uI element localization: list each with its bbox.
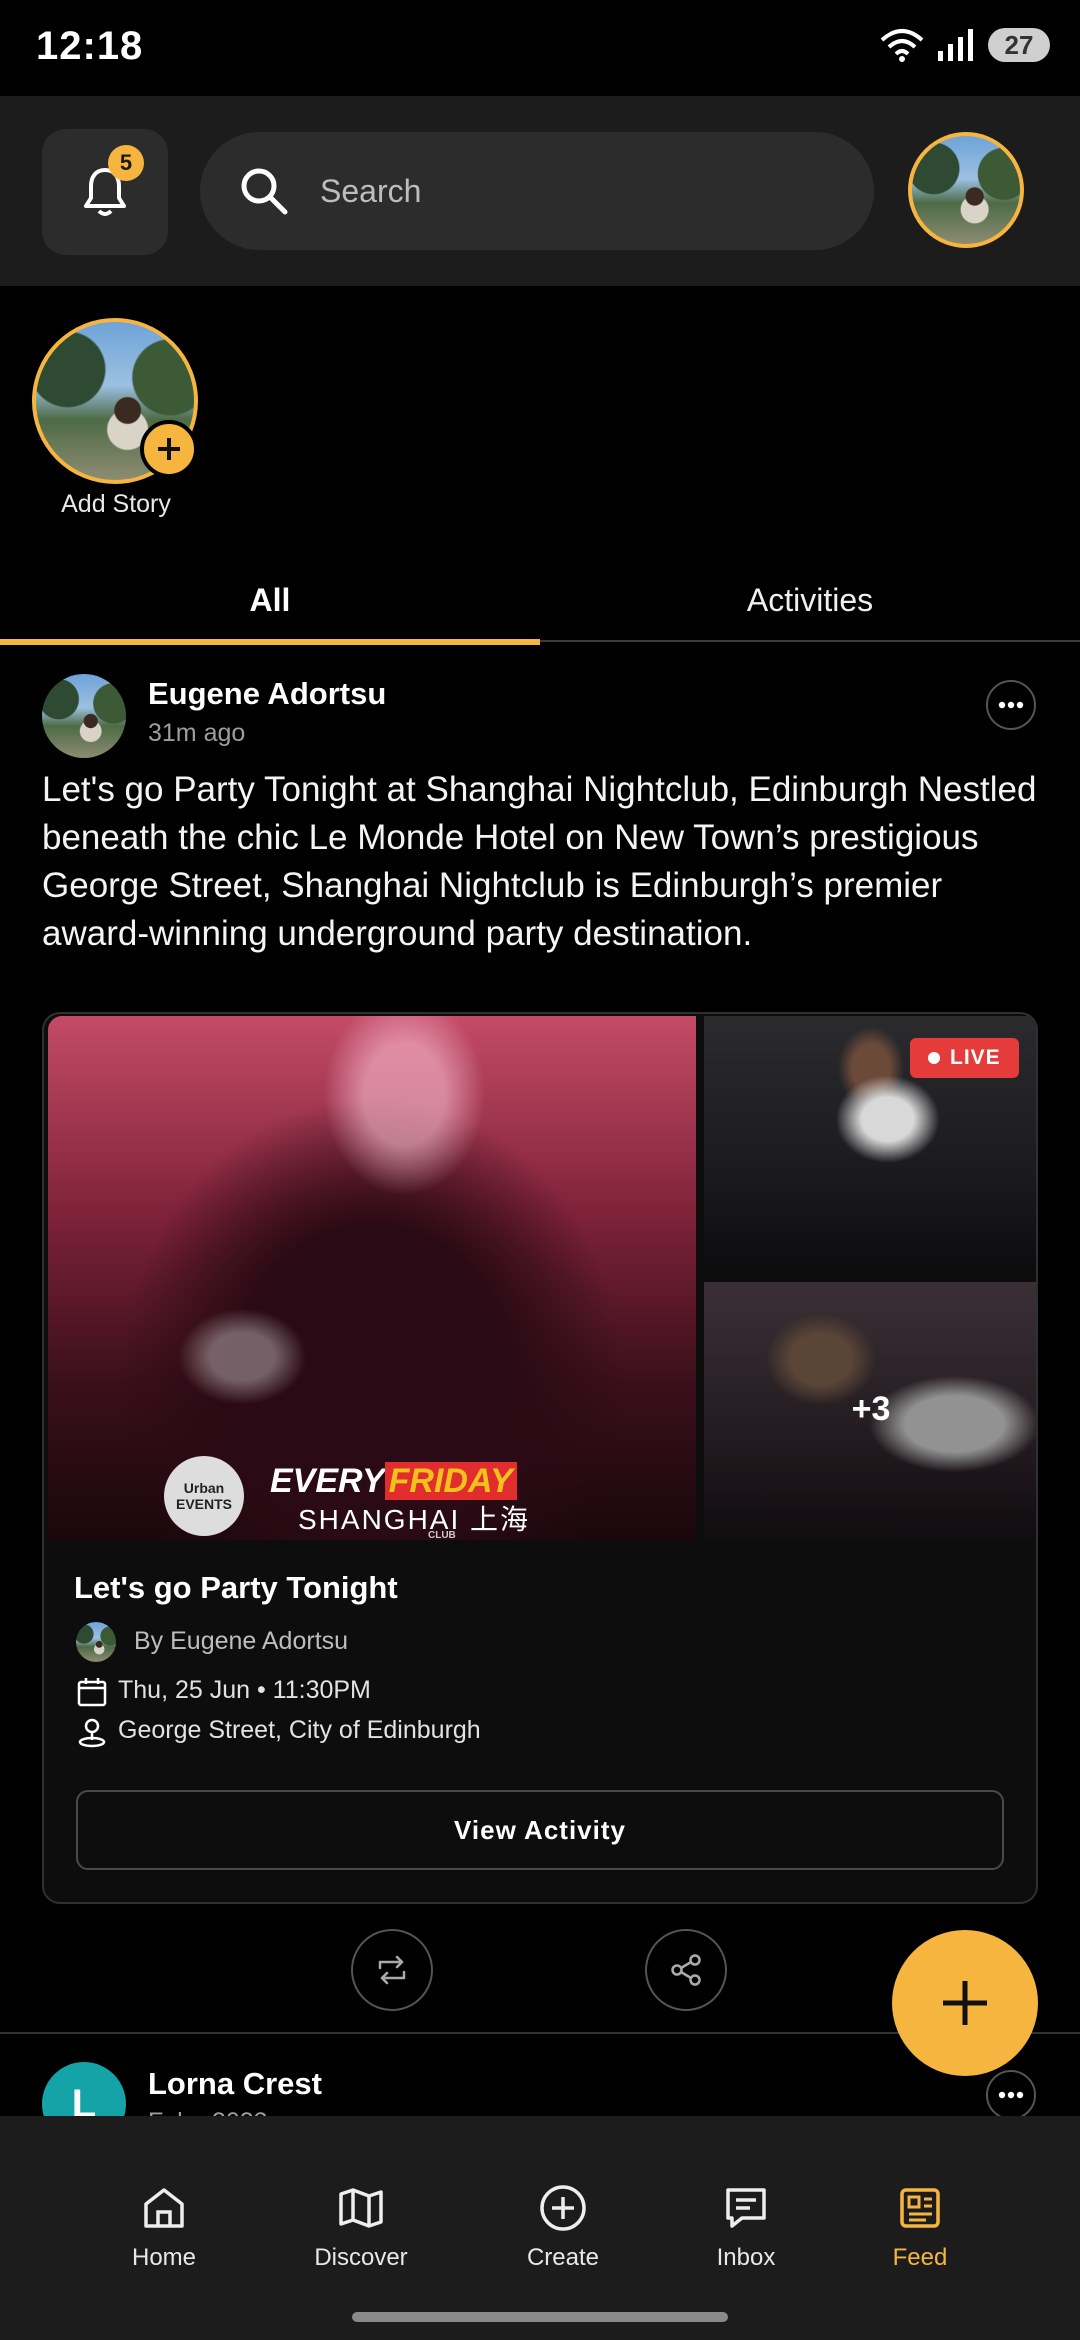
top-header: 5 [0, 96, 1080, 286]
post-author-name[interactable]: Eugene Adortsu [148, 676, 386, 712]
plus-icon [158, 438, 180, 460]
activity-card[interactable]: Urban EVENTS EVERY FRIDAY SHANGHAI 上海 CLU… [42, 1012, 1038, 1904]
notifications-button[interactable]: 5 [42, 129, 168, 255]
bottom-nav: Home Discover Create Inbox Feed [0, 2116, 1080, 2340]
notification-badge: 5 [108, 145, 144, 181]
wifi-icon [880, 29, 924, 62]
chat-icon [726, 2188, 766, 2228]
nav-create[interactable]: Create [473, 2180, 653, 2272]
logo-shanghai: SHANGHAI 上海 [298, 1504, 531, 1535]
post-image-live[interactable]: LIVE [704, 1016, 1036, 1274]
nav-inbox-label: Inbox [716, 2244, 776, 2271]
live-label: LIVE [950, 1046, 1001, 1069]
activity-title: Let's go Party Tonight [74, 1570, 398, 1605]
live-badge: LIVE [910, 1038, 1019, 1078]
status-icons: 27 [880, 28, 1050, 62]
nav-discover-label: Discover [314, 2244, 408, 2271]
nav-feed[interactable]: Feed [830, 2180, 1010, 2272]
status-time: 12:18 [36, 24, 144, 68]
next-post-author-name[interactable]: Lorna Crest [148, 2066, 322, 2102]
search-icon [241, 168, 288, 215]
search-input[interactable] [318, 171, 842, 211]
post-timestamp: 31m ago [148, 719, 246, 747]
organizer-avatar [76, 1622, 116, 1662]
map-icon [339, 2188, 383, 2228]
tab-active-indicator [0, 639, 540, 645]
more-horizontal-icon [998, 701, 1024, 709]
signal-icon [938, 29, 973, 61]
nav-discover[interactable]: Discover [271, 2180, 451, 2272]
more-horizontal-icon [998, 2091, 1024, 2099]
post-author-avatar[interactable] [42, 674, 126, 758]
live-dot-icon [928, 1052, 940, 1064]
logo-friday: FRIDAY [384, 1462, 517, 1500]
newspaper-icon [900, 2188, 940, 2228]
more-images-count: +3 [851, 1390, 891, 1428]
add-story-label: Add Story [61, 490, 171, 518]
post-image-more[interactable]: +3 [704, 1282, 1036, 1540]
repost-icon [378, 1955, 406, 1985]
urban-events-logo: Urban EVENTS [164, 1456, 244, 1536]
share-button[interactable] [645, 1929, 727, 2011]
next-post-more-button[interactable] [986, 2070, 1036, 2120]
post-text: Let's go Party Tonight at Shanghai Night… [42, 770, 1037, 953]
nav-home-label: Home [131, 2244, 197, 2271]
search-bar[interactable] [200, 132, 874, 250]
home-indicator[interactable] [352, 2312, 728, 2322]
nav-home[interactable]: Home [74, 2180, 254, 2272]
share-icon [671, 1954, 701, 1986]
tab-all[interactable]: All [0, 570, 540, 642]
view-activity-button[interactable]: View Activity [76, 1790, 1004, 1870]
plus-circle-icon [540, 2185, 586, 2231]
nav-feed-label: Feed [892, 2244, 948, 2271]
plus-icon [943, 1981, 987, 2025]
activity-date: Thu, 25 Jun • 11:30PM [118, 1676, 371, 1704]
profile-avatar[interactable] [908, 132, 1024, 248]
tab-all-label: All [249, 582, 291, 618]
battery-indicator: 27 [988, 28, 1050, 62]
logo-every: EVERY [270, 1462, 385, 1500]
tab-activities-label: Activities [746, 582, 874, 618]
post-image-main[interactable]: Urban EVENTS EVERY FRIDAY SHANGHAI 上海 CLU… [48, 1016, 696, 1540]
activity-organizer: By Eugene Adortsu [134, 1627, 349, 1655]
repost-button[interactable] [351, 1929, 433, 2011]
tab-activities[interactable]: Activities [540, 570, 1080, 642]
calendar-icon [77, 1678, 107, 1707]
nav-create-label: Create [526, 2244, 600, 2271]
logo-club: CLUB [428, 1530, 456, 1540]
location-pin-icon [78, 1718, 106, 1748]
nav-inbox[interactable]: Inbox [656, 2180, 836, 2272]
add-story[interactable] [32, 318, 202, 488]
activity-location: George Street, City of Edinburgh [118, 1716, 481, 1744]
create-fab[interactable] [892, 1930, 1038, 2076]
urban-events-text: Urban EVENTS [175, 1480, 232, 1512]
post-more-button[interactable] [986, 680, 1036, 730]
home-icon [144, 2188, 184, 2228]
add-story-button[interactable] [140, 420, 198, 478]
every-friday-logo: EVERY FRIDAY [270, 1462, 517, 1501]
